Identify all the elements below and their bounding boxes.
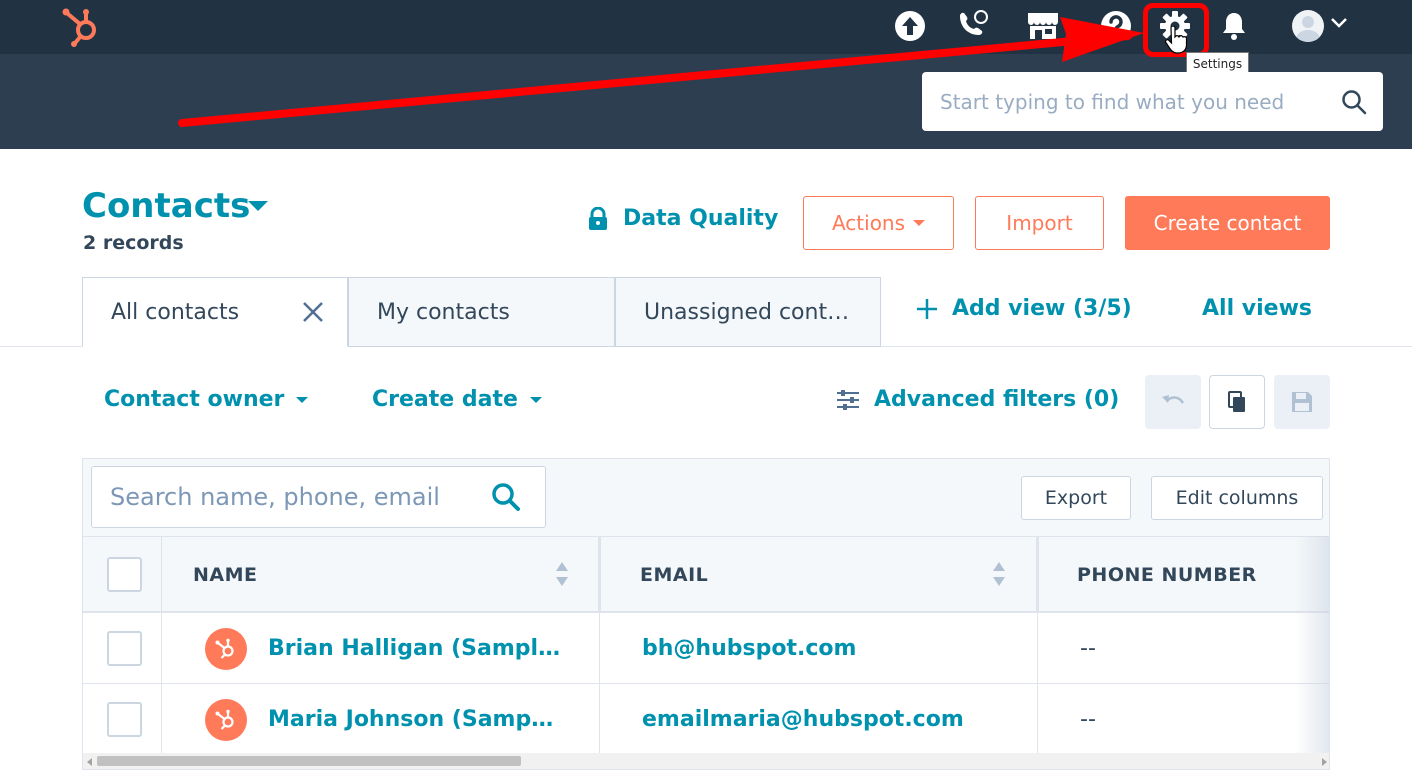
upgrade-icon[interactable] <box>892 8 928 44</box>
clone-view-button[interactable] <box>1209 375 1265 429</box>
calling-icon[interactable] <box>954 8 990 44</box>
data-quality-label: Data Quality <box>623 206 779 231</box>
column-resize-handle[interactable] <box>598 537 601 612</box>
contact-owner-filter[interactable]: Contact owner <box>104 387 309 412</box>
record-count: 2 records <box>83 232 184 254</box>
row-checkbox[interactable] <box>107 702 142 737</box>
column-header-name[interactable]: NAME <box>193 537 258 612</box>
top-navigation: Settings <box>0 0 1412 149</box>
close-icon[interactable] <box>301 300 325 324</box>
tab-label: All contacts <box>111 299 240 325</box>
column-header-email[interactable]: EMAIL <box>640 537 708 612</box>
notifications-bell-icon[interactable] <box>1216 8 1252 44</box>
hubspot-contact-avatar-icon <box>205 699 247 741</box>
page-title[interactable]: Contacts <box>82 186 250 226</box>
create-contact-label: Create contact <box>1153 211 1302 235</box>
hubspot-contact-avatar-icon <box>205 628 247 670</box>
scroll-left-arrow-icon[interactable] <box>87 758 92 766</box>
tab-my-contacts[interactable]: My contacts <box>348 277 615 347</box>
contact-phone: -- <box>1080 636 1096 661</box>
table-row[interactable]: Maria Johnson (Samp… emailmaria@hubspot.… <box>83 684 1329 755</box>
column-header-phone[interactable]: PHONE NUMBER <box>1077 537 1257 612</box>
sort-arrows-icon[interactable] <box>555 561 569 587</box>
contact-name-link[interactable]: Brian Halligan (Sampl… <box>268 613 560 684</box>
actions-label: Actions <box>831 211 906 235</box>
user-avatar[interactable] <box>1292 10 1324 42</box>
sliders-icon <box>837 389 859 410</box>
title-dropdown-caret-icon[interactable] <box>248 201 268 211</box>
tab-label: Unassigned cont… <box>644 299 850 325</box>
scroll-right-arrow-icon[interactable] <box>1322 758 1327 766</box>
copy-icon <box>1228 391 1245 412</box>
actions-button[interactable]: Actions <box>803 196 954 250</box>
table-search-bar[interactable] <box>91 466 546 528</box>
tab-unassigned-contacts[interactable]: Unassigned cont… <box>615 277 881 347</box>
contact-phone: -- <box>1080 707 1096 732</box>
global-search-bar[interactable] <box>922 72 1383 131</box>
save-disk-icon <box>1292 392 1312 412</box>
column-divider <box>161 537 162 612</box>
global-search-input[interactable] <box>940 89 1341 114</box>
advanced-filters-button[interactable]: Advanced filters (0) <box>836 387 1119 412</box>
contacts-table-panel: Export Edit columns NAME EMAIL PHONE NUM… <box>82 458 1330 770</box>
marketplace-icon[interactable] <box>1025 8 1061 44</box>
search-icon[interactable] <box>1341 89 1367 115</box>
hand-cursor-icon <box>1164 26 1188 54</box>
caret-down-icon <box>913 220 926 226</box>
search-icon[interactable] <box>491 482 521 512</box>
save-view-button[interactable] <box>1274 375 1330 429</box>
import-label: Import <box>1006 211 1073 235</box>
lock-icon <box>589 206 607 230</box>
horizontal-scrollbar[interactable] <box>83 753 1329 769</box>
export-button[interactable]: Export <box>1021 476 1131 520</box>
chevron-down-icon[interactable] <box>1330 17 1348 29</box>
column-resize-handle[interactable] <box>1036 537 1039 612</box>
all-views-link[interactable]: All views <box>1202 296 1312 321</box>
advanced-filters-label: Advanced filters (0) <box>874 387 1120 412</box>
create-date-filter[interactable]: Create date <box>372 387 542 412</box>
tab-label: My contacts <box>377 299 510 325</box>
table-row[interactable]: Brian Halligan (Sampl… bh@hubspot.com -- <box>83 613 1329 684</box>
add-view-label: Add view (3/5) <box>952 296 1132 321</box>
contact-email-link[interactable]: emailmaria@hubspot.com <box>642 684 964 755</box>
tab-all-contacts[interactable]: All contacts <box>82 277 348 347</box>
add-view-button[interactable]: Add view (3/5) <box>916 296 1132 321</box>
contact-email-link[interactable]: bh@hubspot.com <box>642 613 856 684</box>
plus-icon <box>917 298 937 319</box>
edit-columns-button[interactable]: Edit columns <box>1151 476 1323 520</box>
contact-owner-label: Contact owner <box>104 387 285 412</box>
table-search-input[interactable] <box>110 483 491 511</box>
import-button[interactable]: Import <box>975 196 1104 250</box>
data-quality-link[interactable]: Data Quality <box>587 206 778 231</box>
sort-arrows-icon[interactable] <box>992 561 1006 587</box>
row-checkbox[interactable] <box>107 631 142 666</box>
contact-name-link[interactable]: Maria Johnson (Samp… <box>268 684 553 755</box>
select-all-checkbox[interactable] <box>107 557 142 592</box>
table-header: NAME EMAIL PHONE NUMBER <box>83 536 1329 613</box>
scroll-fade-shadow <box>1295 536 1329 762</box>
hubspot-logo-icon[interactable] <box>60 4 106 48</box>
help-icon[interactable] <box>1098 8 1134 44</box>
reset-view-button[interactable] <box>1145 375 1201 429</box>
create-contact-button[interactable]: Create contact <box>1125 196 1330 250</box>
caret-down-icon <box>529 396 542 403</box>
scrollbar-thumb[interactable] <box>97 756 521 766</box>
undo-icon <box>1162 395 1185 404</box>
create-date-label: Create date <box>372 387 518 412</box>
caret-down-icon <box>296 396 309 403</box>
